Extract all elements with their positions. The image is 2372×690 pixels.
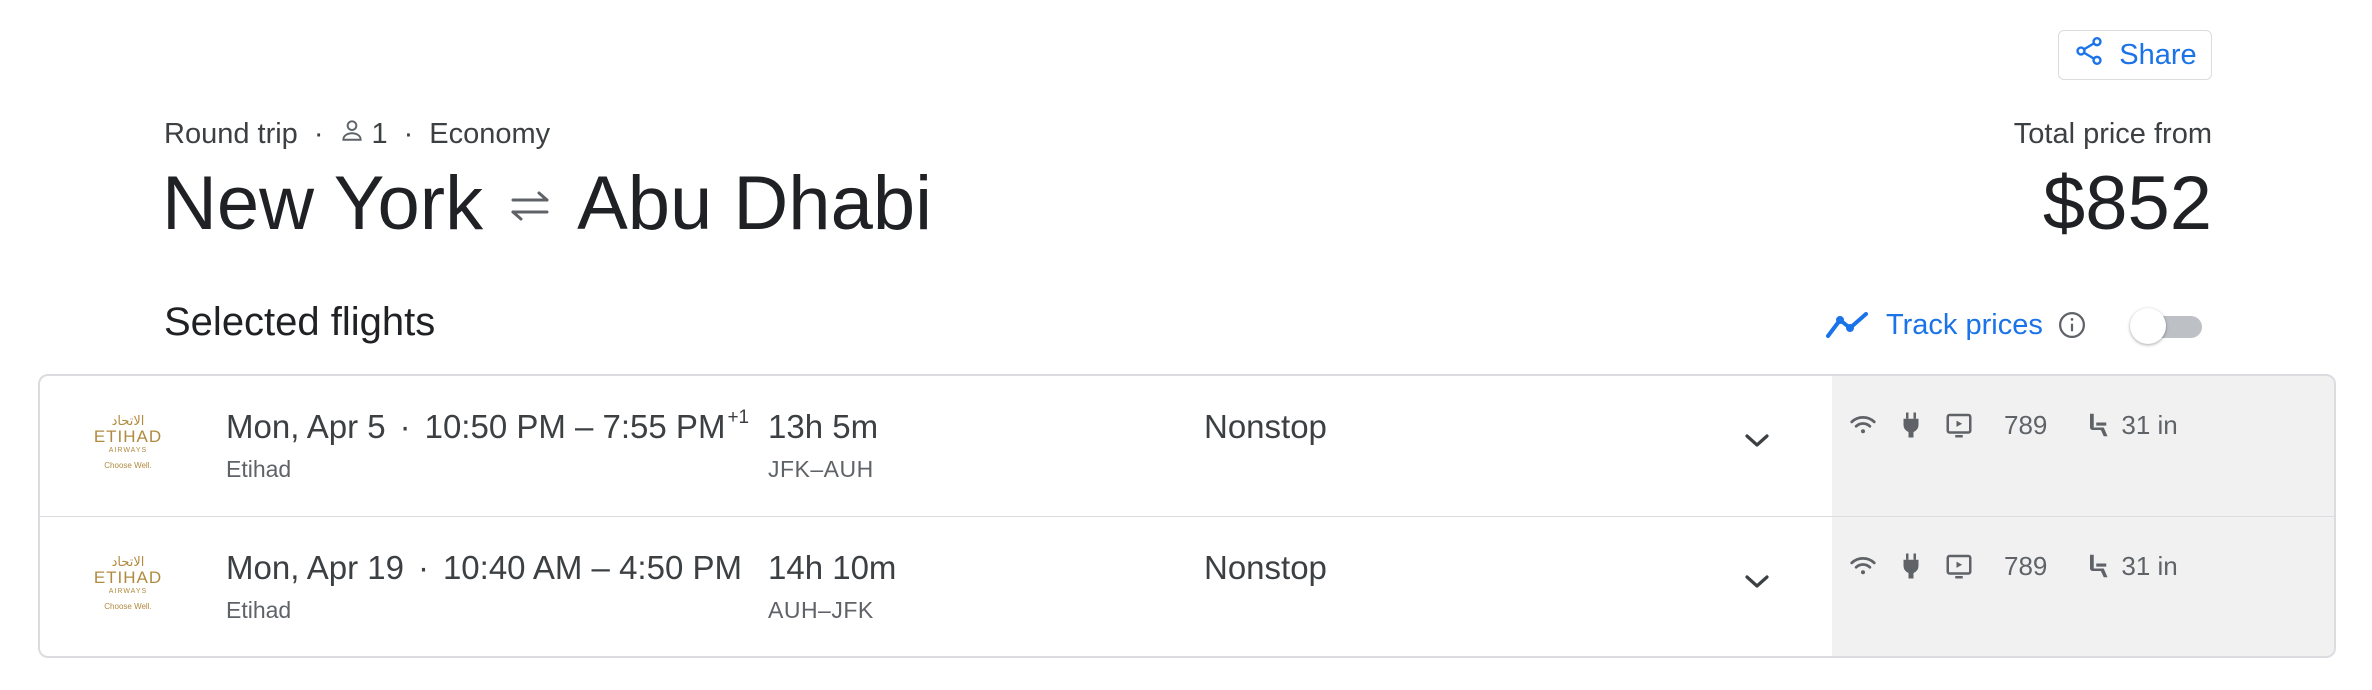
- flight-row-outbound[interactable]: الاتحاد ETIHAD AIRWAYS Choose Well. Mon,…: [40, 376, 2334, 516]
- chevron-down-icon[interactable]: [1740, 569, 1774, 593]
- passenger-number: 1: [371, 117, 388, 150]
- flight-duration: 14h 10m: [768, 549, 897, 586]
- toggle-knob: [2130, 308, 2166, 344]
- video-screen-icon: [1942, 408, 1976, 442]
- aircraft-type: 789: [2004, 409, 2048, 440]
- flight-amenities: 789 31 in: [1846, 549, 2178, 583]
- flight-date: Mon, Apr 19: [226, 549, 404, 586]
- trip-type: Round trip: [164, 117, 298, 150]
- chevron-down-icon[interactable]: [1740, 428, 1774, 452]
- flight-date-time: Mon, Apr 5 · 10:50 PM – 7:55 PM +1: [226, 408, 749, 446]
- legroom-seat-icon: [2083, 408, 2117, 442]
- flight-stops: Nonstop: [1204, 408, 1327, 445]
- total-price-label: Total price from: [2013, 117, 2212, 150]
- wifi-icon: [1846, 408, 1880, 442]
- trip-summary: Round trip · 1 · Economy: [164, 112, 550, 156]
- flight-duration: 13h 5m: [768, 408, 879, 445]
- etihad-logo: الاتحاد ETIHAD AIRWAYS Choose Well.: [93, 554, 163, 612]
- flight-route: AUH–JFK: [768, 597, 874, 623]
- passenger-count: 1: [339, 117, 388, 151]
- legroom-value: 31 in: [2121, 550, 2178, 581]
- selected-flights-list: الاتحاد ETIHAD AIRWAYS Choose Well. Mon,…: [38, 374, 2336, 658]
- legroom-seat-icon: [2083, 549, 2117, 583]
- track-prices-label[interactable]: Track prices: [1886, 309, 2043, 342]
- separator-dot: ·: [403, 117, 414, 150]
- airline-name: Etihad: [226, 456, 292, 482]
- share-icon: [2073, 35, 2105, 75]
- flight-times: 10:40 AM – 4:50 PM: [442, 549, 742, 586]
- flight-date: Mon, Apr 5: [226, 408, 386, 445]
- person-icon: [339, 117, 365, 151]
- separator-dot: ·: [399, 408, 411, 445]
- share-button[interactable]: Share: [2058, 30, 2212, 80]
- trending-up-icon: [1824, 310, 1872, 340]
- route-title: New York Abu Dhabi: [162, 158, 932, 248]
- flight-stops: Nonstop: [1204, 549, 1327, 586]
- flight-route: JFK–AUH: [768, 456, 874, 482]
- share-label: Share: [2119, 38, 2197, 71]
- flight-date-time: Mon, Apr 19 · 10:40 AM – 4:50 PM: [226, 549, 744, 587]
- video-screen-icon: [1942, 549, 1976, 583]
- legroom-value: 31 in: [2121, 409, 2178, 440]
- separator-dot: ·: [417, 549, 429, 586]
- track-prices-toggle[interactable]: [2130, 306, 2206, 346]
- origin-city: New York: [162, 160, 484, 246]
- power-outlet-icon: [1894, 549, 1928, 583]
- day-offset: +1: [727, 407, 750, 428]
- total-price: $852: [2042, 160, 2212, 246]
- cabin-class: Economy: [429, 117, 551, 150]
- wifi-icon: [1846, 549, 1880, 583]
- power-outlet-icon: [1894, 408, 1928, 442]
- flight-amenities: 789 31 in: [1846, 408, 2178, 442]
- flight-times: 10:50 PM – 7:55 PM: [424, 408, 726, 445]
- separator-dot: ·: [313, 117, 324, 150]
- info-icon[interactable]: [2057, 310, 2087, 340]
- airline-name: Etihad: [226, 597, 292, 623]
- destination-city: Abu Dhabi: [577, 160, 932, 246]
- track-prices[interactable]: Track prices: [1824, 300, 2087, 350]
- aircraft-type: 789: [2004, 550, 2048, 581]
- etihad-logo: الاتحاد ETIHAD AIRWAYS Choose Well.: [93, 413, 163, 471]
- section-title: Selected flights: [164, 299, 436, 344]
- flight-row-return[interactable]: الاتحاد ETIHAD AIRWAYS Choose Well. Mon,…: [40, 517, 2334, 656]
- round-trip-arrows-icon: [507, 183, 553, 223]
